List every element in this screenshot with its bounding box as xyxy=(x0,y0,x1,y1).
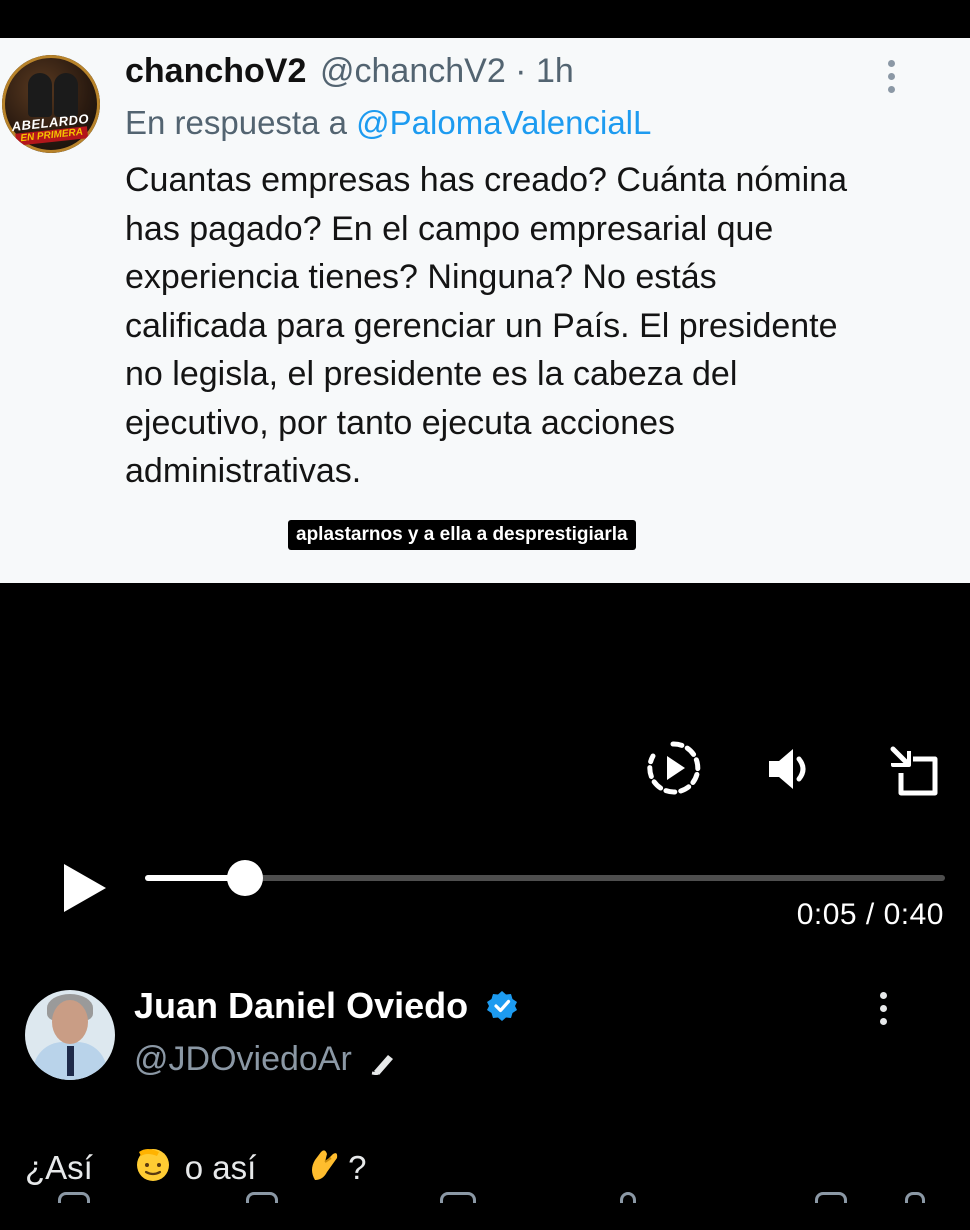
views-icon[interactable] xyxy=(620,1192,636,1203)
post-text-part: o así xyxy=(175,1149,266,1186)
pinching-hand-emoji xyxy=(268,1106,345,1230)
author-name[interactable]: Juan Daniel Oviedo xyxy=(134,985,468,1027)
quoted-author-avatar: ABELARDO EN PRIMERA xyxy=(2,55,100,153)
post-text-part: ¿Así xyxy=(25,1149,93,1186)
quoted-tweet-body: Cuantas empresas has creado? Cuánta nómi… xyxy=(125,161,847,490)
post-text-part: ? xyxy=(348,1149,367,1186)
post-text: ¿Así o así ? xyxy=(25,1106,366,1230)
volume-icon[interactable] xyxy=(765,745,817,793)
time-readout: 0:05 / 0:40 xyxy=(796,898,944,931)
replay-icon[interactable] xyxy=(645,740,701,796)
video-subtitle: aplastarnos y a ella a desprestigiarla xyxy=(288,520,636,550)
reply-icon[interactable] xyxy=(58,1192,90,1203)
quoted-author-meta: @chanchV2 · 1h xyxy=(320,52,574,90)
edit-pencil-icon xyxy=(370,1049,400,1080)
quoted-reply-context: En respuesta a @PalomaValencialL xyxy=(125,104,651,142)
bookmark-icon[interactable] xyxy=(815,1192,847,1203)
author-handle[interactable]: @JDOviedoAr xyxy=(134,1040,352,1079)
progress-bar[interactable] xyxy=(145,860,945,896)
reply-mention: @PalomaValencialL xyxy=(356,104,652,141)
author-avatar[interactable] xyxy=(25,990,115,1080)
play-icon[interactable] xyxy=(62,862,108,914)
share-icon[interactable] xyxy=(905,1192,925,1203)
like-icon[interactable] xyxy=(440,1192,476,1203)
reply-prefix: En respuesta a xyxy=(125,104,357,141)
progress-thumb[interactable] xyxy=(227,860,263,896)
action-bar xyxy=(0,1188,970,1203)
more-vertical-icon[interactable] xyxy=(880,992,888,1025)
saluting-face-emoji xyxy=(96,1106,173,1230)
verified-badge-icon xyxy=(486,990,518,1027)
quoted-author-name: chanchoV2 xyxy=(125,52,307,90)
exit-fullscreen-icon[interactable] xyxy=(887,745,939,797)
quoted-more-icon xyxy=(888,60,896,93)
repost-icon[interactable] xyxy=(246,1192,278,1203)
